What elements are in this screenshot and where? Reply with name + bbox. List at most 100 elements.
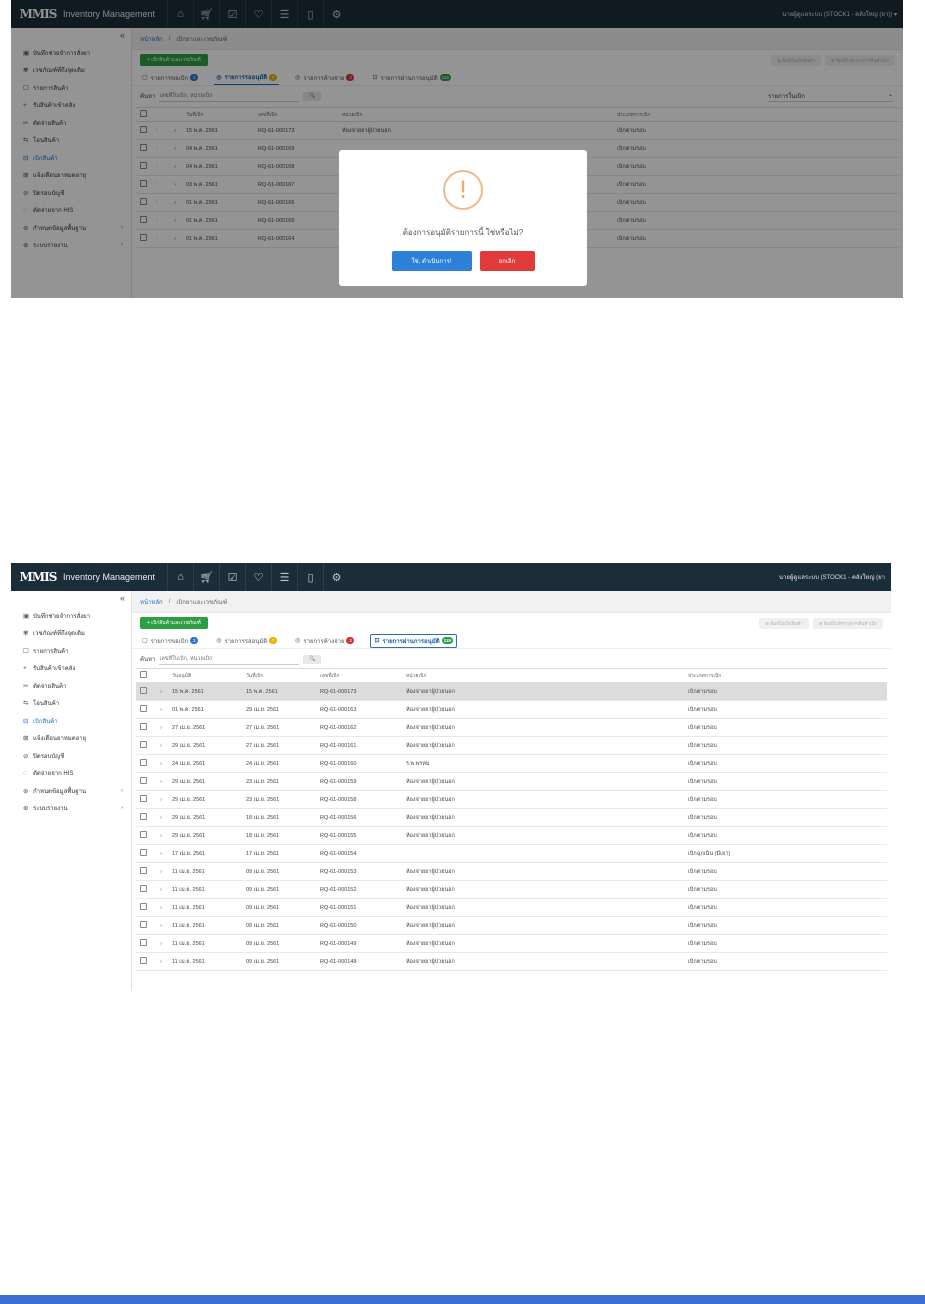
breadcrumb-home-link[interactable]: หน้าหลัก	[140, 597, 163, 607]
new-requisition-button[interactable]: + เบิกสินค้าและเวชภัณฑ์	[140, 617, 208, 629]
row-checkbox[interactable]	[136, 862, 150, 881]
table-row[interactable]: › 11 เม.ย. 2561 09 เม.ย. 2561 RQ-61-000149 ห…	[136, 934, 887, 953]
row-checkbox[interactable]	[136, 682, 150, 701]
row-checkbox[interactable]	[136, 700, 150, 719]
document-icon[interactable]: ▯	[297, 563, 323, 591]
sidebar-item[interactable]: ✂ ตัดจ่ายสินค้า	[11, 677, 131, 695]
col-type[interactable]: ประเภทการเบิก	[688, 668, 887, 683]
col-request-no[interactable]: เลขที่เบิก	[320, 668, 406, 683]
row-checkbox[interactable]	[136, 718, 150, 737]
expand-row-icon[interactable]: ›	[150, 844, 172, 863]
row-checkbox[interactable]	[136, 826, 150, 845]
sidebar-item[interactable]: ⇆ โอนสินค้า	[11, 695, 131, 713]
table-row[interactable]: › 29 เม.ย. 2561 18 เม.ย. 2561 RQ-61-000155 ห…	[136, 826, 887, 845]
expand-row-icon[interactable]: ›	[150, 790, 172, 809]
col-unit[interactable]: หน่วยเบิก	[406, 668, 688, 683]
expand-row-icon[interactable]: ›	[150, 772, 172, 791]
cart-icon[interactable]: 🛒︎	[193, 563, 219, 591]
row-checkbox[interactable]	[136, 934, 150, 953]
table-row[interactable]: › 11 เม.ย. 2561 09 เม.ย. 2561 RQ-61-000152 ห…	[136, 880, 887, 899]
expand-row-icon[interactable]: ›	[150, 718, 172, 737]
cell-type: เบิกตามรอบ	[688, 880, 887, 899]
row-checkbox[interactable]	[136, 754, 150, 773]
table-row[interactable]: › 11 เม.ย. 2561 09 เม.ย. 2561 RQ-61-000150 ห…	[136, 916, 887, 935]
search-input[interactable]	[159, 653, 300, 665]
sidebar-item[interactable]: ⊘ ปิดรอบบัญชี	[11, 747, 131, 765]
gear-icon[interactable]: ⚙	[323, 563, 349, 591]
sidebar-item[interactable]: ◌ ตัดจ่ายจาก HIS	[11, 765, 131, 783]
table-row[interactable]: › 01 พ.ค. 2561 29 เม.ย. 2561 RQ-61-000163 ห้…	[136, 700, 887, 719]
sidebar-item[interactable]: ⊠ แจ้งเตือนยาหมดอายุ	[11, 730, 131, 748]
col-approve-date[interactable]: วันอนุมัติ	[172, 668, 246, 683]
sidebar-item[interactable]: ☐ รายการสินค้า	[11, 642, 131, 660]
sidebar-item[interactable]: ✾ เวชภัณฑ์ที่ถึงจุดเติม	[11, 625, 131, 643]
row-checkbox[interactable]	[136, 898, 150, 917]
cell-unit: ห้องจ่ายยาผู้ป่วยนอก	[406, 718, 688, 737]
confirm-yes-button[interactable]: ใช่, ดำเนินการ!	[391, 251, 472, 271]
sidebar-item[interactable]: ⊛ กำหนดข้อมูลพื้นฐาน ›	[11, 782, 131, 800]
row-checkbox[interactable]	[136, 790, 150, 809]
status-tab[interactable]: ▢ รายการขอเบิก 3	[140, 634, 200, 648]
cell-unit: ห้องจ่ายยาผู้ป่วยนอก	[406, 826, 688, 845]
cell-type: เบิกตามรอบ	[688, 772, 887, 791]
expand-row-icon[interactable]: ›	[150, 934, 172, 953]
sidebar-item-label: ปิดรอบบัญชี	[33, 753, 65, 760]
sidebar-item[interactable]: ⊕ ระบบรายงาน ›	[11, 800, 131, 818]
table-row[interactable]: › 17 เม.ย. 2561 17 เม.ย. 2561 RQ-61-000154 เ…	[136, 844, 887, 863]
collapse-sidebar-icon[interactable]: «	[11, 593, 131, 607]
row-checkbox[interactable]	[136, 952, 150, 971]
col-request-date[interactable]: วันที่เบิก	[246, 668, 320, 683]
user-menu[interactable]: นายผู้ดูแลระบบ (STOCK1 - คลังใหญ่ (ยา	[779, 572, 885, 582]
status-tab[interactable]: ◎ รายการรออนุมัติ 7	[214, 634, 279, 648]
expand-row-icon[interactable]: ›	[150, 682, 172, 701]
cell-approve-date: 15 พ.ค. 2561	[172, 682, 246, 701]
chevron-right-icon: ›	[121, 805, 123, 812]
row-checkbox[interactable]	[136, 916, 150, 935]
row-checkbox[interactable]	[136, 772, 150, 791]
main-content: หน้าหลัก / เบิกยาและเวชภัณฑ์ + เบิกสินค้…	[132, 591, 891, 991]
database-icon[interactable]: ☰	[271, 563, 297, 591]
row-checkbox[interactable]	[136, 808, 150, 827]
confirm-cancel-button[interactable]: ยกเลิก	[479, 251, 535, 271]
sidebar-item[interactable]: ▣ บันทึกช่วยจำการสั่งยา	[11, 607, 131, 625]
home-icon[interactable]: ⌂	[167, 563, 193, 591]
expand-row-icon[interactable]: ›	[150, 862, 172, 881]
expand-row-icon[interactable]: ›	[150, 808, 172, 827]
select-all-checkbox[interactable]	[136, 668, 150, 683]
status-tab[interactable]: ⊡ รายการผ่านการอนุมัติ 119	[370, 633, 457, 648]
expand-row-icon[interactable]: ›	[150, 952, 172, 971]
row-checkbox[interactable]	[136, 736, 150, 755]
print-requisition-button[interactable]: ⊕ พิมพ์ใบเบิกสินค้า	[759, 617, 809, 629]
expand-row-icon[interactable]: ›	[150, 898, 172, 917]
expand-row-icon[interactable]: ›	[150, 754, 172, 773]
sidebar-item[interactable]: ⊟ เบิกสินค้า	[11, 712, 131, 730]
expand-row-icon[interactable]: ›	[150, 826, 172, 845]
table-row[interactable]: › 27 เม.ย. 2561 27 เม.ย. 2561 RQ-61-000162 ห…	[136, 718, 887, 737]
bottom-accent-bar	[0, 1295, 925, 1304]
cell-unit: ห้องจ่ายยาผู้ป่วยนอก	[406, 808, 688, 827]
row-checkbox[interactable]	[136, 880, 150, 899]
table-row[interactable]: › 29 เม.ย. 2561 23 เม.ย. 2561 RQ-61-000158 ห…	[136, 790, 887, 809]
print-picklist-button[interactable]: ⊕ พิมพ์ใบจัดรายการสินค้าเบิก	[812, 617, 883, 629]
expand-row-icon[interactable]: ›	[150, 916, 172, 935]
table-row[interactable]: › 29 เม.ย. 2561 23 เม.ย. 2561 RQ-61-000159 ห…	[136, 772, 887, 791]
menu-item-icon: ⊠	[23, 735, 29, 743]
table-row[interactable]: › 11 เม.ย. 2561 09 เม.ย. 2561 RQ-61-000151 ห…	[136, 898, 887, 917]
table-row[interactable]: › 29 เม.ย. 2561 27 เม.ย. 2561 RQ-61-000161 ห…	[136, 736, 887, 755]
expand-row-icon[interactable]: ›	[150, 700, 172, 719]
table-row[interactable]: › 29 เม.ย. 2561 18 เม.ย. 2561 RQ-61-000156 ห…	[136, 808, 887, 827]
table-row[interactable]: › 11 เม.ย. 2561 09 เม.ย. 2561 RQ-61-000153 ห…	[136, 862, 887, 881]
expand-row-icon[interactable]: ›	[150, 880, 172, 899]
check-square-icon[interactable]: ☑	[219, 563, 245, 591]
row-checkbox[interactable]	[136, 844, 150, 863]
table-row[interactable]: › 15 พ.ค. 2561 15 พ.ค. 2561 RQ-61-000173 ห้อ…	[136, 682, 887, 701]
expand-row-icon[interactable]: ›	[150, 736, 172, 755]
table-row[interactable]: › 11 เม.ย. 2561 09 เม.ย. 2561 RQ-61-000148 ห…	[136, 952, 887, 971]
table-row[interactable]: › 24 เม.ย. 2561 24 เม.ย. 2561 RQ-61-000160 ร…	[136, 754, 887, 773]
search-button[interactable]: 🔍	[303, 654, 322, 664]
sidebar-item[interactable]: + รับสินค้าเข้าคลัง	[11, 660, 131, 678]
confirm-message: ต้องการอนุมัติรายการนี้ ใช่หรือไม่?	[402, 228, 524, 237]
heart-pulse-icon[interactable]: ♡	[245, 563, 271, 591]
status-tab[interactable]: ◎ รายการค้างจ่าย 3	[293, 634, 356, 648]
cell-request-date: 23 เม.ย. 2561	[246, 790, 320, 809]
